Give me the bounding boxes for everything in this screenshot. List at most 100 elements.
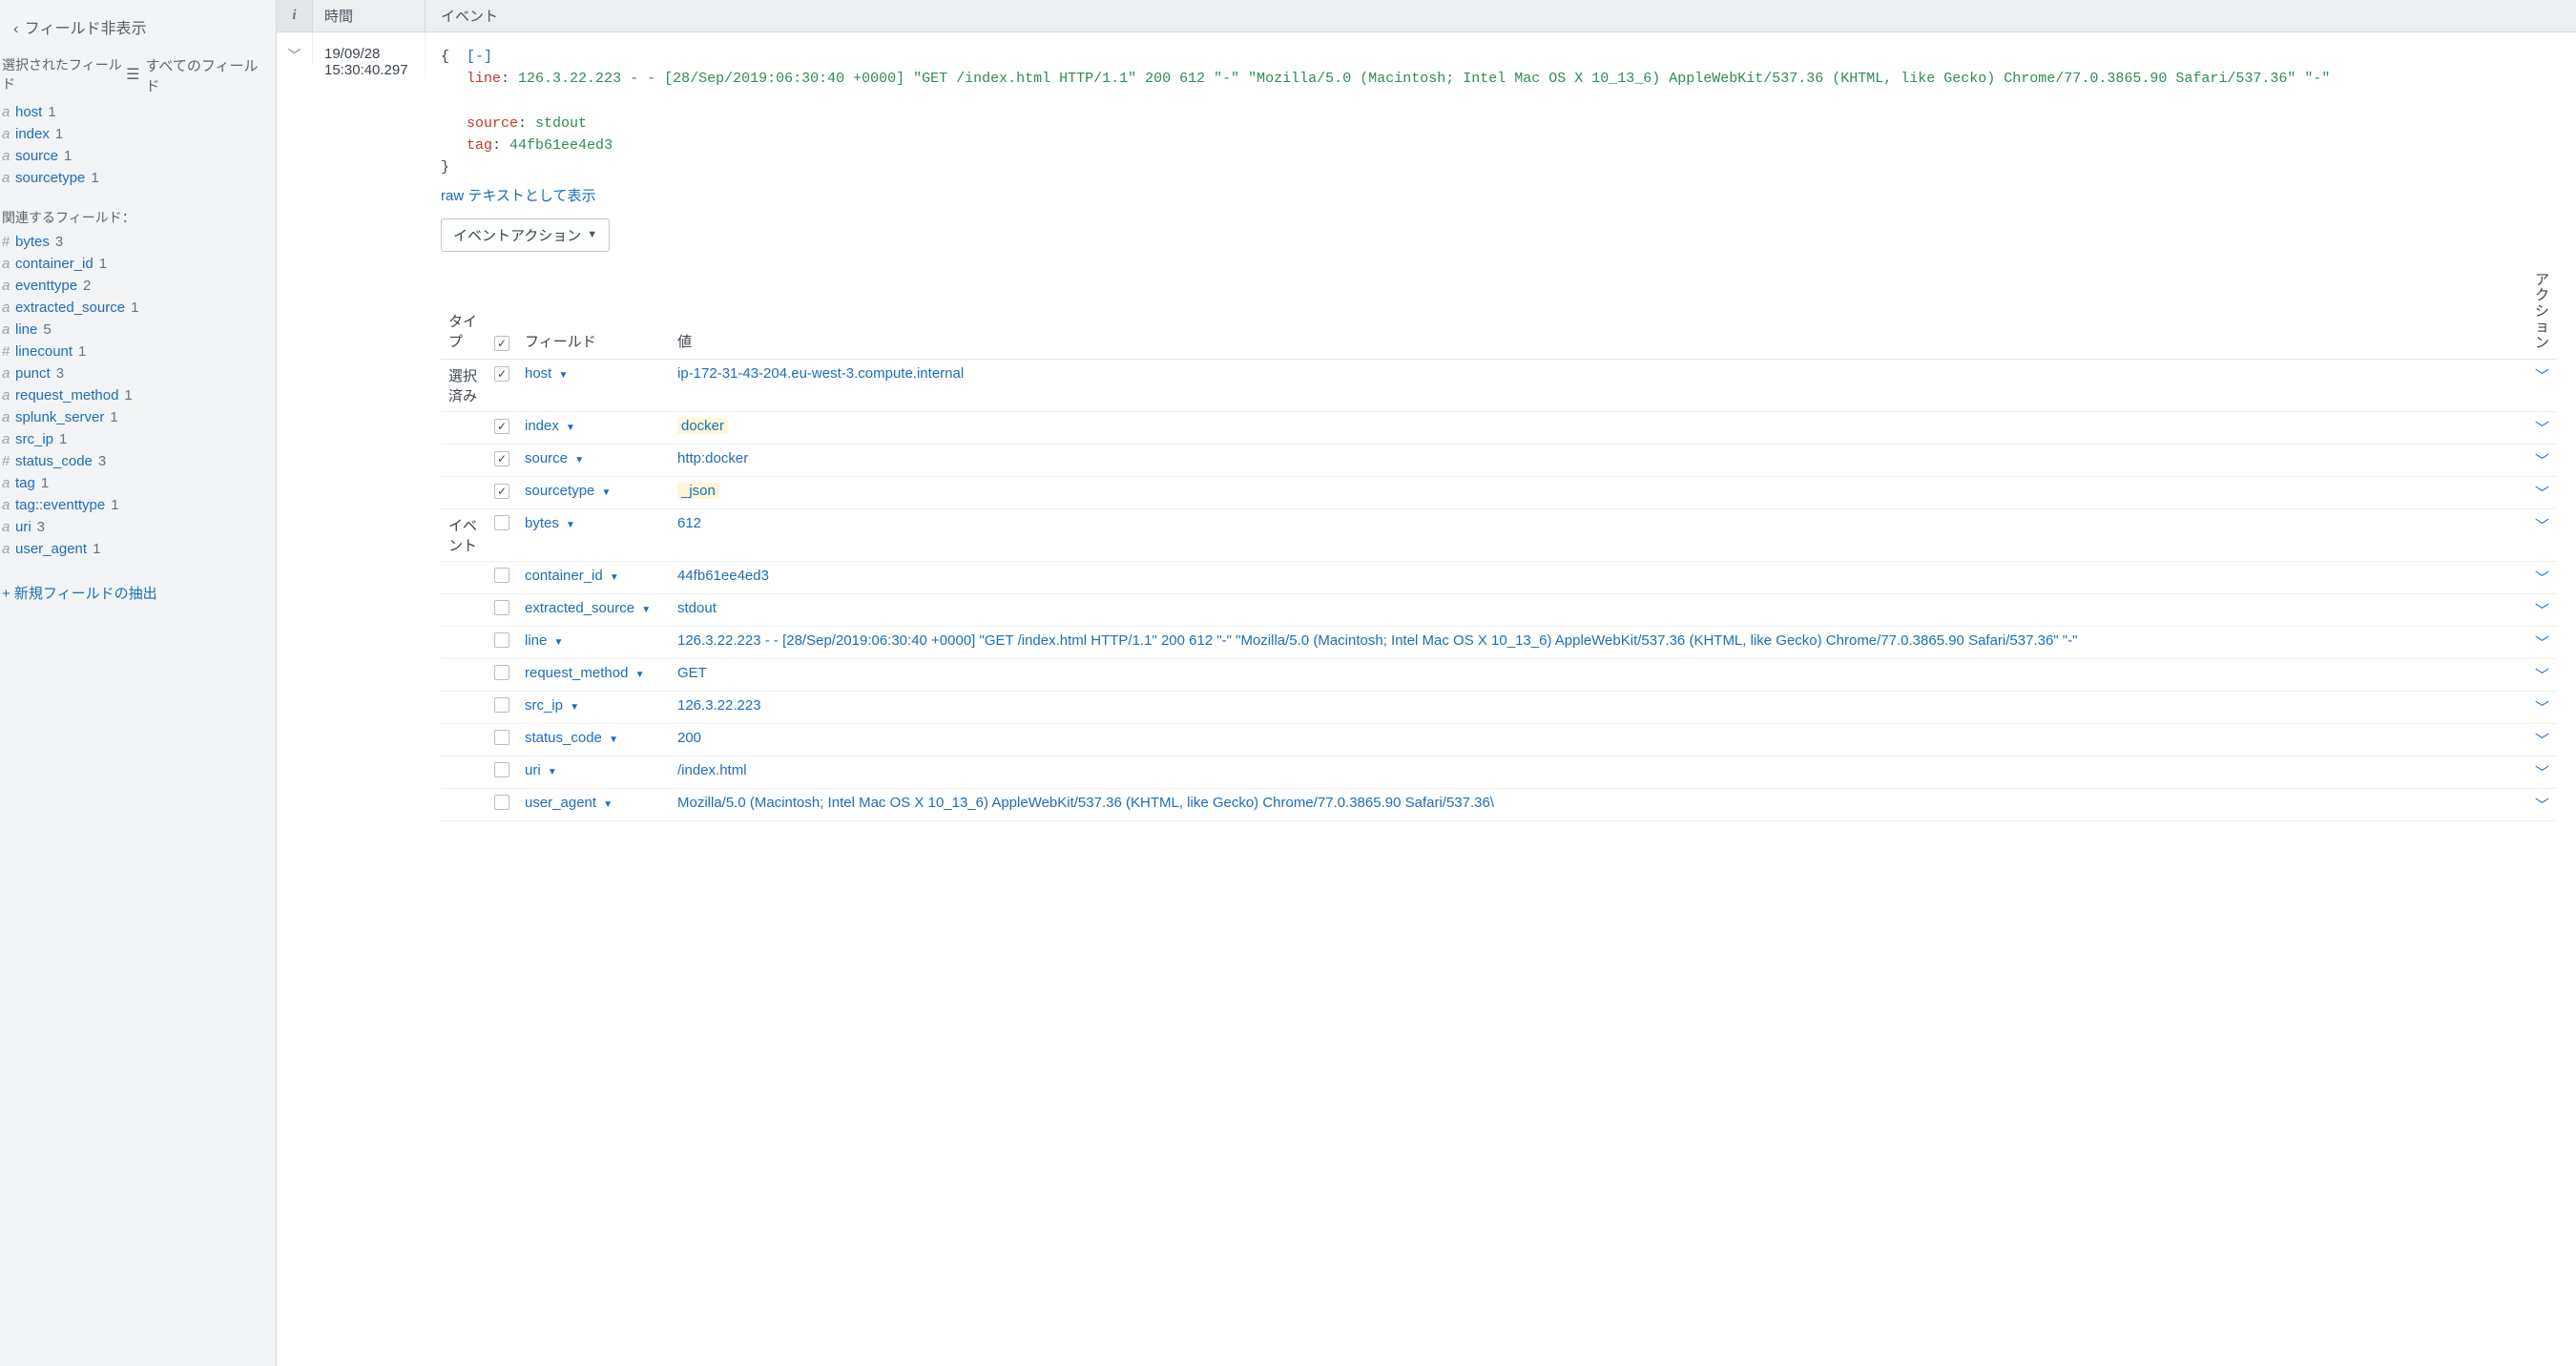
- field-action-dropdown[interactable]: ﹀: [2535, 453, 2549, 469]
- field-name-dropdown[interactable]: source ▼: [525, 450, 584, 466]
- time-column-header: 時間: [313, 0, 426, 31]
- field-name-dropdown[interactable]: bytes ▼: [525, 515, 575, 531]
- sidebar-field-tag::eventtype[interactable]: atag::eventtype1: [2, 494, 276, 516]
- field-name-dropdown[interactable]: request_method ▼: [525, 665, 644, 681]
- field-name-dropdown[interactable]: index ▼: [525, 418, 575, 434]
- json-value-tag[interactable]: 44fb61ee4ed3: [509, 137, 613, 154]
- field-checkbox[interactable]: [494, 762, 509, 777]
- field-checkbox[interactable]: [494, 730, 509, 745]
- json-collapse-toggle[interactable]: [-]: [467, 49, 492, 65]
- field-checkbox[interactable]: [494, 366, 509, 382]
- type-cell: [441, 627, 487, 659]
- field-action-dropdown[interactable]: ﹀: [2535, 765, 2549, 781]
- field-count: 1: [48, 104, 55, 120]
- sidebar-field-user_agent[interactable]: auser_agent1: [2, 538, 276, 560]
- expand-toggle-icon[interactable]: ﹀: [288, 46, 301, 65]
- sidebar-field-index[interactable]: aindex1: [2, 123, 276, 145]
- field-value[interactable]: 126.3.22.223 - - [28/Sep/2019:06:30:40 +…: [677, 632, 2077, 649]
- field-value[interactable]: 44fb61ee4ed3: [677, 568, 769, 584]
- show-raw-text-link[interactable]: raw テキストとして表示: [441, 179, 595, 205]
- field-value[interactable]: docker: [677, 418, 728, 434]
- field-action-dropdown[interactable]: ﹀: [2535, 668, 2549, 684]
- field-name-dropdown[interactable]: host ▼: [525, 365, 568, 382]
- table-row: uri ▼ /index.html ﹀: [441, 756, 2557, 789]
- sidebar-field-container_id[interactable]: acontainer_id1: [2, 253, 276, 275]
- info-column-header[interactable]: i: [277, 0, 313, 31]
- sidebar-field-sourcetype[interactable]: asourcetype1: [2, 167, 276, 189]
- field-checkbox[interactable]: [494, 484, 509, 499]
- field-value[interactable]: /index.html: [677, 762, 747, 778]
- field-action-dropdown[interactable]: ﹀: [2535, 797, 2549, 814]
- sidebar-field-bytes[interactable]: #bytes3: [2, 231, 276, 253]
- field-checkbox[interactable]: [494, 451, 509, 466]
- field-value[interactable]: 126.3.22.223: [677, 697, 761, 714]
- field-checkbox[interactable]: [494, 665, 509, 680]
- field-name-dropdown[interactable]: sourcetype ▼: [525, 483, 611, 499]
- caret-down-icon: ▼: [587, 229, 597, 240]
- sidebar-field-linecount[interactable]: #linecount1: [2, 341, 276, 362]
- field-checkbox[interactable]: [494, 419, 509, 434]
- field-value[interactable]: GET: [677, 665, 707, 681]
- field-action-dropdown[interactable]: ﹀: [2535, 368, 2549, 384]
- list-icon: ☰: [126, 68, 139, 83]
- field-name-dropdown[interactable]: line ▼: [525, 632, 563, 649]
- sidebar-field-uri[interactable]: auri3: [2, 516, 276, 538]
- all-fields-button[interactable]: ☰ すべてのフィールド: [126, 55, 262, 95]
- json-value-line[interactable]: 126.3.22.223 - - [28/Sep/2019:06:30:40 +…: [518, 71, 2330, 87]
- sidebar-field-host[interactable]: ahost1: [2, 101, 276, 123]
- field-action-dropdown[interactable]: ﹀: [2535, 421, 2549, 437]
- field-action-dropdown[interactable]: ﹀: [2535, 700, 2549, 716]
- field-name-dropdown[interactable]: user_agent ▼: [525, 795, 613, 811]
- alpha-icon: a: [2, 519, 15, 535]
- field-checkbox[interactable]: [494, 632, 509, 648]
- field-name-dropdown[interactable]: src_ip ▼: [525, 697, 579, 714]
- field-checkbox[interactable]: [494, 568, 509, 583]
- field-checkbox[interactable]: [494, 600, 509, 615]
- field-action-dropdown[interactable]: ﹀: [2535, 635, 2549, 652]
- extract-new-field-button[interactable]: + 新規フィールドの抽出: [0, 569, 276, 616]
- hash-icon: #: [2, 234, 15, 250]
- field-checkbox[interactable]: [494, 697, 509, 713]
- related-fields-list: #bytes3acontainer_id1aeventtype2aextract…: [0, 231, 276, 569]
- json-value-source[interactable]: stdout: [535, 115, 587, 132]
- field-action-dropdown[interactable]: ﹀: [2535, 518, 2549, 534]
- alpha-icon: a: [2, 170, 15, 186]
- field-value[interactable]: 200: [677, 730, 701, 746]
- field-name-dropdown[interactable]: container_id ▼: [525, 568, 619, 584]
- field-checkbox[interactable]: [494, 515, 509, 530]
- field-value[interactable]: Mozilla/5.0 (Macintosh; Intel Mac OS X 1…: [677, 795, 1494, 811]
- field-value[interactable]: ip-172-31-43-204.eu-west-3.compute.inter…: [677, 365, 964, 382]
- caret-down-icon: ▼: [610, 572, 619, 583]
- field-value[interactable]: stdout: [677, 600, 717, 616]
- event-actions-dropdown[interactable]: イベントアクション ▼: [441, 218, 610, 252]
- sidebar-field-extracted_source[interactable]: aextracted_source1: [2, 297, 276, 319]
- hide-fields-toggle[interactable]: ‹ フィールド非表示: [0, 0, 276, 50]
- sidebar-field-status_code[interactable]: #status_code3: [2, 450, 276, 472]
- select-all-checkbox[interactable]: [494, 336, 509, 351]
- field-action-dropdown[interactable]: ﹀: [2535, 486, 2549, 502]
- type-cell: 選択済み: [441, 360, 487, 412]
- field-value[interactable]: _json: [677, 483, 719, 499]
- field-action-dropdown[interactable]: ﹀: [2535, 733, 2549, 749]
- sidebar-field-punct[interactable]: apunct3: [2, 362, 276, 384]
- sidebar-field-request_method[interactable]: arequest_method1: [2, 384, 276, 406]
- field-name-dropdown[interactable]: uri ▼: [525, 762, 557, 778]
- field-value[interactable]: 612: [677, 515, 701, 531]
- json-key-source: source: [467, 115, 518, 132]
- sidebar-field-tag[interactable]: atag1: [2, 472, 276, 494]
- sidebar-field-src_ip[interactable]: asrc_ip1: [2, 428, 276, 450]
- sidebar-field-eventtype[interactable]: aeventtype2: [2, 275, 276, 297]
- field-action-dropdown[interactable]: ﹀: [2535, 603, 2549, 619]
- field-count: 1: [59, 431, 67, 447]
- field-checkbox[interactable]: [494, 795, 509, 810]
- field-name-dropdown[interactable]: status_code ▼: [525, 730, 618, 746]
- field-value[interactable]: http:docker: [677, 450, 748, 466]
- sidebar-field-source[interactable]: asource1: [2, 145, 276, 167]
- caret-down-icon: ▼: [548, 767, 557, 777]
- type-cell: [441, 659, 487, 692]
- event-json: { [-] line: 126.3.22.223 - - [28/Sep/201…: [441, 46, 2557, 179]
- sidebar-field-line[interactable]: aline5: [2, 319, 276, 341]
- field-action-dropdown[interactable]: ﹀: [2535, 570, 2549, 587]
- sidebar-field-splunk_server[interactable]: asplunk_server1: [2, 406, 276, 428]
- field-name-dropdown[interactable]: extracted_source ▼: [525, 600, 651, 616]
